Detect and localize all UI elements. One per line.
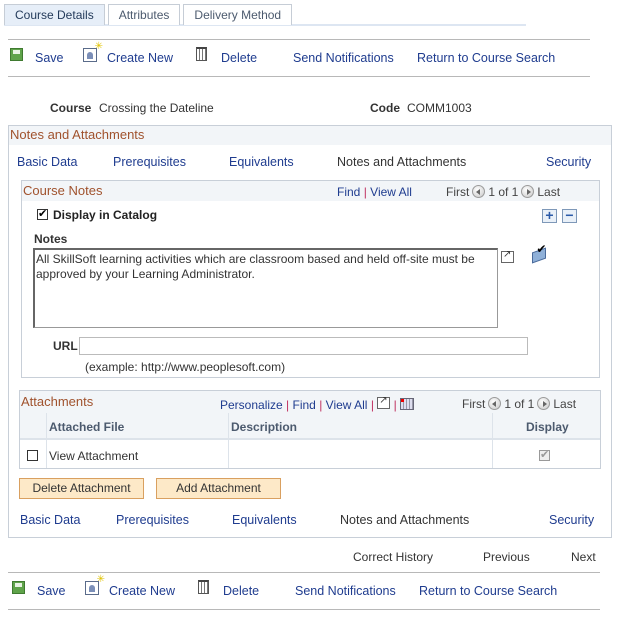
row-counter: 1 of 1 (504, 397, 535, 411)
subnav-prerequisites[interactable]: Prerequisites (113, 155, 186, 169)
course-notes-pager: First 1 of 1 Last (446, 185, 560, 199)
separator: | (370, 398, 374, 412)
separator: | (286, 398, 290, 412)
code-label: Code (370, 101, 400, 115)
save-icon (10, 47, 23, 61)
first-label: First (446, 185, 470, 199)
trash-icon (198, 580, 209, 594)
add-row-icon[interactable]: + (542, 208, 557, 223)
tab-attributes[interactable]: Attributes (107, 4, 181, 25)
course-notes-nav: Find | View All (337, 185, 412, 199)
page-tabs: Course Details Attributes Delivery Metho… (4, 4, 295, 26)
attachments-title: Attachments (21, 394, 94, 409)
next-arrow-icon[interactable] (537, 397, 551, 410)
create-new-icon (85, 574, 105, 595)
separator: | (319, 398, 323, 412)
notes-label: Notes (34, 232, 68, 246)
return-to-course-search-link[interactable]: Return to Course Search (417, 40, 555, 76)
view-attachment-link[interactable]: View Attachment (49, 449, 138, 463)
personalize-link[interactable]: Personalize (220, 398, 283, 412)
url-input[interactable] (79, 337, 528, 355)
display-in-catalog-checkbox[interactable] (37, 207, 48, 222)
save-button[interactable]: Save (10, 40, 64, 76)
download-spreadsheet-icon[interactable] (400, 398, 415, 410)
subnav-security-bottom[interactable]: Security (549, 513, 594, 527)
section-title: Notes and Attachments (9, 126, 611, 145)
code-value: COMM1003 (407, 101, 472, 115)
display-in-catalog-label: Display in Catalog (53, 208, 158, 222)
bottom-toolbar: Save Create New Delete Send Notification… (8, 572, 600, 610)
subnav-security[interactable]: Security (546, 155, 591, 169)
add-attachment-button[interactable]: Add Attachment (156, 478, 281, 499)
create-new-button-bottom[interactable]: Create New (85, 573, 175, 609)
subnav-prerequisites-bottom[interactable]: Prerequisites (116, 513, 189, 527)
url-hint: (example: http://www.peoplesoft.com) (85, 360, 286, 374)
row-select-checkbox[interactable] (27, 449, 38, 463)
separator: | (363, 185, 367, 199)
next-link[interactable]: Next (571, 550, 596, 564)
send-notifications-link-bottom[interactable]: Send Notifications (295, 573, 396, 609)
column-header-attached-file: Attached File (49, 420, 125, 434)
find-link[interactable]: Find (337, 185, 360, 199)
last-label: Last (553, 397, 577, 411)
find-link[interactable]: Find (293, 398, 316, 412)
display-checkbox (539, 448, 550, 463)
send-notifications-link[interactable]: Send Notifications (293, 40, 394, 76)
previous-arrow-icon[interactable] (472, 185, 486, 198)
course-label: Course (50, 101, 92, 115)
subnav-notes-and-attachments-bottom: Notes and Attachments (340, 513, 470, 527)
view-all-link[interactable]: View All (326, 398, 368, 412)
tab-delivery-method[interactable]: Delivery Method (183, 4, 293, 25)
delete-button[interactable]: Delete (196, 40, 257, 76)
column-header-description: Description (231, 420, 298, 434)
course-notes-title: Course Notes (23, 183, 103, 198)
subnav-equivalents[interactable]: Equivalents (229, 155, 294, 169)
previous-arrow-icon[interactable] (488, 397, 502, 410)
expand-textarea-icon[interactable] (501, 249, 514, 263)
create-new-icon (83, 41, 103, 62)
row-counter: 1 of 1 (488, 185, 519, 199)
subnav-basic-data[interactable]: Basic Data (17, 155, 77, 169)
view-all-link[interactable]: View All (370, 185, 412, 199)
subnav-basic-data-bottom[interactable]: Basic Data (20, 513, 80, 527)
spell-check-icon[interactable] (532, 242, 546, 260)
subnav-equivalents-bottom[interactable]: Equivalents (232, 513, 297, 527)
attachments-grid: Attachments Personalize | Find | View Al… (19, 390, 601, 469)
last-label: Last (537, 185, 561, 199)
trash-icon (196, 47, 207, 61)
notes-textarea[interactable] (33, 248, 498, 328)
top-toolbar: Save Create New Delete Send Notification… (8, 39, 590, 77)
url-label: URL (53, 339, 78, 353)
create-new-button[interactable]: Create New (83, 40, 173, 76)
zoom-grid-icon[interactable] (377, 395, 391, 409)
previous-link[interactable]: Previous (483, 550, 530, 564)
attachments-pager: First 1 of 1 Last (462, 397, 576, 411)
tab-course-details[interactable]: Course Details (4, 4, 105, 25)
delete-button-bottom[interactable]: Delete (198, 573, 259, 609)
table-row: View Attachment (20, 442, 600, 468)
subnav-notes-and-attachments: Notes and Attachments (337, 155, 467, 169)
attachments-header: Attachments Personalize | Find | View Al… (20, 391, 600, 413)
first-label: First (462, 397, 486, 411)
course-value: Crossing the Dateline (99, 101, 214, 115)
attachments-grid-tools: Personalize | Find | View All | | (220, 395, 415, 412)
next-arrow-icon[interactable] (521, 185, 535, 198)
correct-history-link[interactable]: Correct History (353, 550, 433, 564)
delete-attachment-button[interactable]: Delete Attachment (19, 478, 144, 499)
delete-row-icon[interactable]: − (562, 208, 577, 223)
save-button-bottom[interactable]: Save (12, 573, 66, 609)
course-notes-header: Course Notes Find | View All First 1 of 1… (22, 181, 599, 201)
return-to-course-search-link-bottom[interactable]: Return to Course Search (419, 573, 557, 609)
save-icon (12, 580, 25, 594)
separator: | (393, 398, 397, 412)
column-header-display: Display (526, 420, 569, 434)
